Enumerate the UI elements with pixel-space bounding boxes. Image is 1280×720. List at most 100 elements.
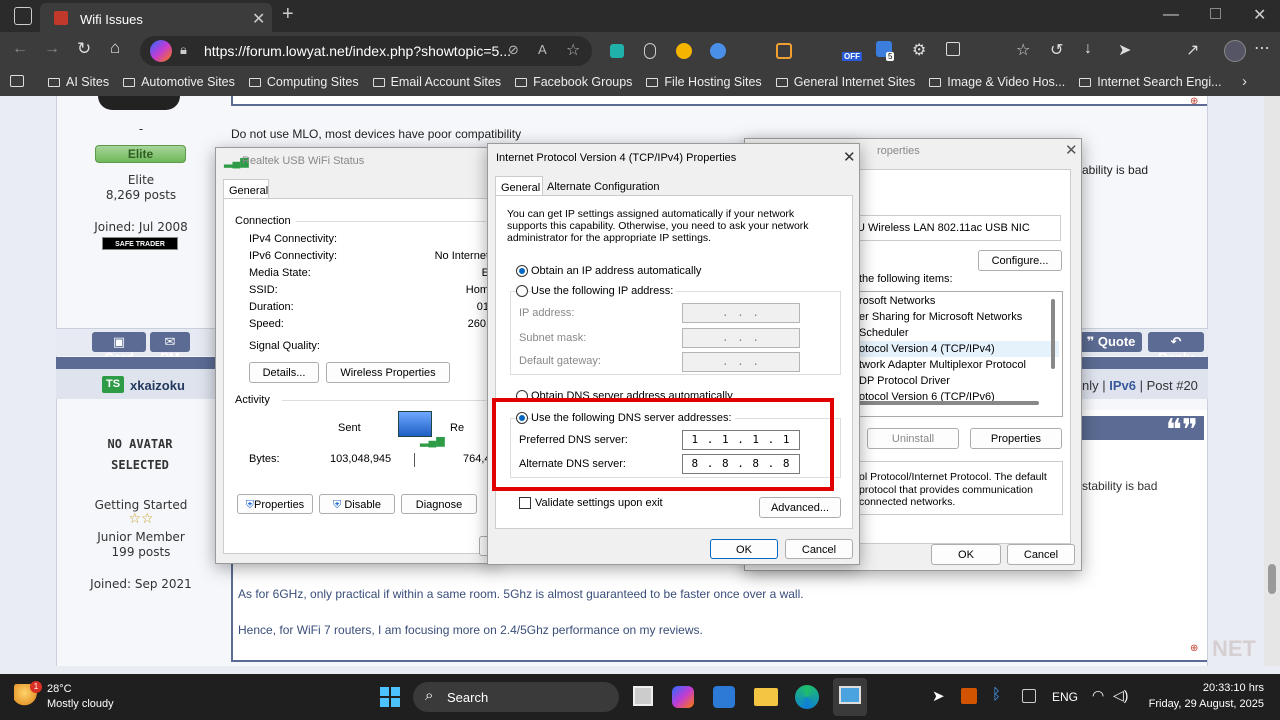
component-item[interactable]: Scheduler: [859, 325, 1059, 341]
history-icon[interactable]: ↺: [1050, 40, 1063, 60]
subnet-mask-field[interactable]: . . .: [682, 328, 800, 348]
obtain-ip-auto-radio[interactable]: [516, 265, 528, 277]
favorites-icon[interactable]: ☆: [1016, 40, 1030, 60]
diagnose-button[interactable]: Diagnose: [401, 494, 477, 514]
minimize-icon[interactable]: —: [1163, 6, 1179, 24]
adapter-cancel-button[interactable]: Cancel: [1007, 544, 1075, 565]
split-screen-icon[interactable]: [946, 42, 960, 56]
tracking-prevention-icon[interactable]: ⊘: [508, 42, 519, 58]
send-icon[interactable]: ➤: [1118, 40, 1131, 60]
items-hscrollbar[interactable]: [857, 401, 1039, 405]
language-indicator[interactable]: ENG: [1052, 690, 1078, 704]
refresh-icon[interactable]: ↻: [77, 39, 91, 59]
bookmark-folder[interactable]: Automotive Sites: [123, 75, 235, 89]
card-button[interactable]: ▣ Card: [92, 332, 146, 365]
extension-3-icon[interactable]: [676, 43, 692, 59]
start-windows-icon[interactable]: [380, 687, 400, 707]
bookmark-folder[interactable]: Image & Video Hos...: [929, 75, 1065, 89]
taskbar-search[interactable]: ⌕ Search: [413, 682, 619, 712]
tab-ipv4-general[interactable]: General: [495, 176, 543, 196]
configure-button[interactable]: Configure...: [978, 250, 1062, 271]
bookmarks-more-icon[interactable]: ›: [1242, 73, 1247, 90]
tab-general[interactable]: General: [223, 179, 269, 199]
user2-name[interactable]: xkaizoku: [130, 378, 185, 393]
adapter-ok-button[interactable]: OK: [931, 544, 1001, 565]
file-explorer-icon[interactable]: [754, 688, 778, 706]
lock-icon[interactable]: 🔒︎: [180, 42, 187, 58]
ipv4-close-icon[interactable]: ✕: [843, 148, 856, 166]
copilot-icon[interactable]: [150, 40, 172, 62]
bookmark-folder[interactable]: Computing Sites: [248, 75, 359, 89]
advanced-button[interactable]: Advanced...: [759, 497, 841, 518]
forward-icon[interactable]: →: [44, 40, 60, 58]
close-window-icon[interactable]: ✕: [1253, 5, 1266, 25]
disable-button[interactable]: ⛨ Disable: [319, 494, 395, 514]
ipv4-ok-button[interactable]: OK: [710, 539, 778, 559]
post-meta-ipv6[interactable]: IPv6: [1109, 378, 1136, 393]
adapter-close-icon[interactable]: ✕: [1065, 141, 1078, 159]
extension-6-icon[interactable]: [776, 43, 792, 59]
adapter-properties-button[interactable]: Properties: [970, 428, 1062, 449]
component-item[interactable]: rosoft Networks: [859, 293, 1059, 309]
default-gateway-field[interactable]: . . .: [682, 352, 800, 372]
volume-icon[interactable]: ◁): [1113, 687, 1128, 704]
bookmark-folder[interactable]: AI Sites: [48, 75, 109, 89]
scrollbar-thumb[interactable]: [1268, 564, 1276, 594]
extension-4-icon[interactable]: [710, 43, 726, 59]
tab-wifi-issues[interactable]: Wifi Issues ✕: [40, 3, 272, 32]
back-icon[interactable]: ←: [12, 40, 28, 58]
clock-time[interactable]: 20:33:10 hrs: [1140, 682, 1264, 694]
network-settings-active[interactable]: [833, 678, 867, 716]
bookmark-folder[interactable]: Internet Search Engi...: [1079, 75, 1222, 89]
mouse-extension-icon[interactable]: [644, 43, 656, 59]
profile-avatar[interactable]: [1224, 40, 1246, 62]
bookmark-folder[interactable]: Facebook Groups: [515, 75, 632, 89]
store-icon[interactable]: [713, 686, 735, 708]
more-menu-icon[interactable]: ⋯: [1254, 38, 1270, 58]
validate-checkbox[interactable]: [519, 497, 531, 509]
page-scrollbar[interactable]: [1264, 96, 1280, 666]
favorite-star-icon[interactable]: ☆: [566, 40, 580, 60]
report-icon[interactable]: ⊕: [1190, 96, 1198, 107]
reading-list-icon[interactable]: [10, 75, 24, 87]
details-button[interactable]: Details...: [249, 362, 319, 383]
close-tab-icon[interactable]: ✕: [252, 9, 265, 29]
bookmark-folder[interactable]: File Hosting Sites: [646, 75, 762, 89]
component-item[interactable]: twork Adapter Multiplexor Protocol: [859, 357, 1059, 373]
uninstall-button[interactable]: Uninstall: [867, 428, 959, 449]
component-item[interactable]: DP Protocol Driver: [859, 373, 1059, 389]
pm-button[interactable]: ✉ PM: [150, 332, 190, 365]
tray-device-icon[interactable]: [1022, 689, 1036, 703]
weather-temp[interactable]: 28°C: [47, 683, 72, 695]
share-icon[interactable]: ↗: [1186, 40, 1199, 60]
address-bar[interactable]: 🔒︎ https://forum.lowyat.net/index.php?sh…: [140, 36, 592, 66]
extension-1-icon[interactable]: [610, 44, 624, 58]
downloads-icon[interactable]: ↓: [1084, 40, 1092, 58]
bluetooth-icon[interactable]: ᛒ: [992, 686, 1001, 703]
ipv4-cancel-button[interactable]: Cancel: [785, 539, 853, 559]
component-item[interactable]: otocol Version 4 (TCP/IPv4): [859, 341, 1059, 357]
wireless-properties-button[interactable]: Wireless Properties: [326, 362, 450, 383]
telegram-icon[interactable]: ➤: [932, 687, 945, 705]
ip-address-field[interactable]: . . .: [682, 303, 800, 323]
home-icon[interactable]: ⌂: [110, 38, 120, 58]
copilot-taskbar-icon[interactable]: [672, 686, 694, 708]
use-ip-radio[interactable]: [516, 285, 528, 297]
workspaces-icon[interactable]: [14, 7, 32, 25]
quote-button[interactable]: ❞ Quote: [1080, 332, 1142, 352]
weather-desc[interactable]: Mostly cloudy: [47, 698, 114, 710]
extensions-puzzle-icon[interactable]: ⚙︎: [912, 40, 926, 60]
tab-alternate-configuration[interactable]: Alternate Configuration: [547, 181, 660, 193]
reply-button[interactable]: ↶ Reply: [1148, 332, 1204, 365]
wifi-icon[interactable]: ◠: [1092, 687, 1104, 704]
component-item[interactable]: er Sharing for Microsoft Networks: [859, 309, 1059, 325]
restore-icon[interactable]: [1210, 8, 1221, 19]
task-view-icon[interactable]: [633, 686, 653, 706]
report-icon-2[interactable]: ⊕: [1190, 643, 1198, 654]
items-scrollbar[interactable]: [1051, 299, 1055, 369]
status-properties-button[interactable]: ⛨Properties: [237, 494, 313, 514]
tray-app-icon[interactable]: [961, 688, 977, 704]
read-aloud-icon[interactable]: A: [538, 42, 547, 57]
bookmark-folder[interactable]: Email Account Sites: [372, 75, 501, 89]
edge-browser-icon[interactable]: [795, 685, 819, 709]
